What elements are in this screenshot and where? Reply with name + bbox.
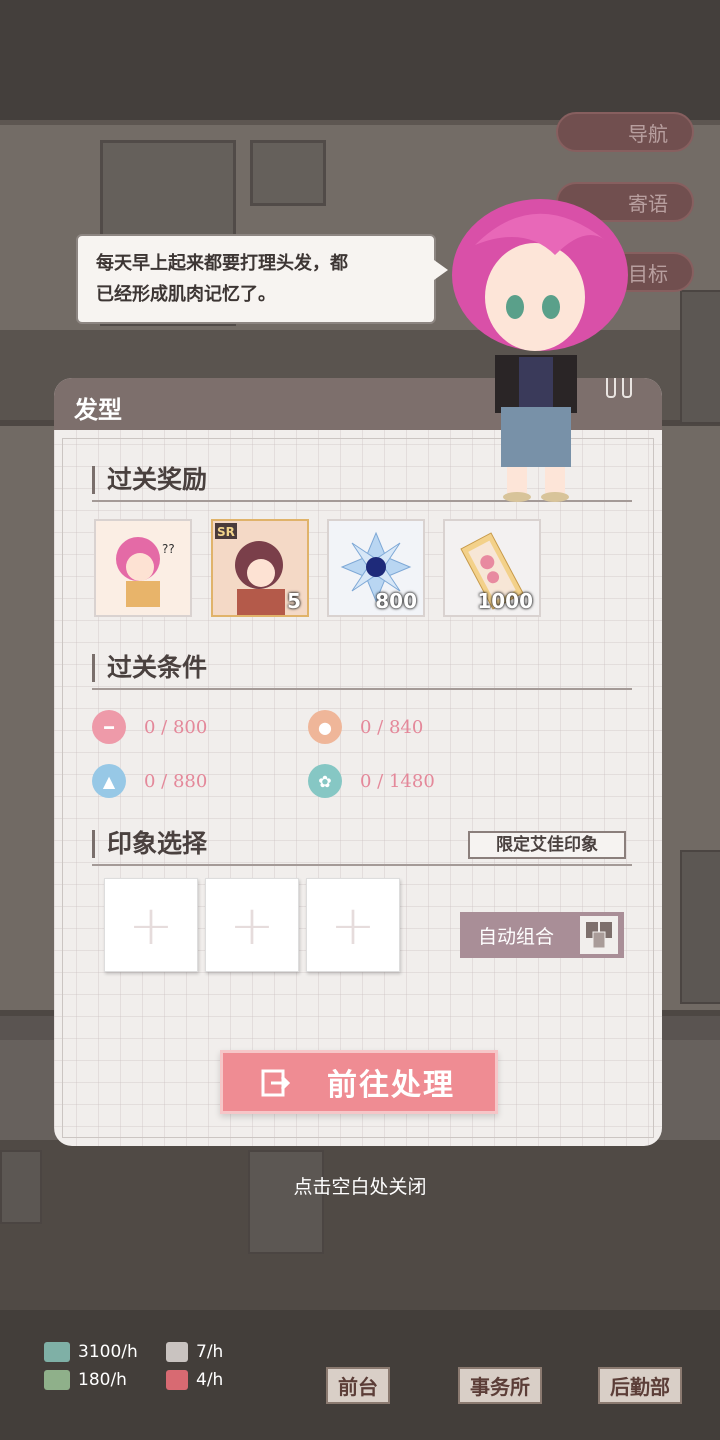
- dumbbell-icon: ━: [92, 710, 126, 744]
- rewards-title: 过关奖励: [92, 466, 207, 494]
- condition-value: 0 / 1480: [360, 770, 435, 792]
- reward-blue-gem[interactable]: 800: [327, 519, 425, 617]
- condition-value: 0 / 800: [144, 716, 208, 738]
- character-card-icon: ??: [96, 521, 190, 615]
- conditions-title: 过关条件: [92, 654, 207, 682]
- auto-combine-label: 自动组合: [478, 925, 555, 948]
- reward-count: 1000: [477, 589, 533, 613]
- reward-sr-card[interactable]: SR 5: [211, 519, 309, 617]
- graduation-cap-icon: ▲: [92, 764, 126, 798]
- film-icon: [166, 1342, 188, 1362]
- gift-rate-text: 4/h: [196, 1370, 224, 1390]
- flower-icon: ✿: [308, 764, 342, 798]
- cards-icon: [580, 916, 618, 954]
- bubble-line-1: 每天早上起来都要打理头发，都: [96, 253, 348, 274]
- nav-front-desk[interactable]: 前台: [298, 1332, 418, 1404]
- front-desk-label: 前台: [326, 1367, 390, 1404]
- go-handle-label: 前往处理: [327, 1068, 455, 1103]
- gift-rate: 4/h: [166, 1370, 223, 1390]
- condition-value: 0 / 880: [144, 770, 208, 792]
- reward-character-card[interactable]: ??: [94, 519, 192, 617]
- condition-value: 0 / 840: [360, 716, 424, 738]
- film-rate-text: 7/h: [196, 1342, 224, 1362]
- condition-art: ✿ 0 / 1480: [308, 764, 435, 798]
- svg-text:??: ??: [162, 542, 175, 556]
- impression-slot[interactable]: +: [205, 878, 299, 972]
- impression-slot[interactable]: +: [104, 878, 198, 972]
- panel-title: 发型: [74, 395, 122, 424]
- impression-slot[interactable]: +: [306, 878, 400, 972]
- nav-office[interactable]: 事务所: [440, 1332, 560, 1404]
- cash-icon: [44, 1342, 70, 1362]
- reward-count: 5: [287, 589, 301, 613]
- reward-bookmark[interactable]: 1000: [443, 519, 541, 617]
- condition-charm: ● 0 / 840: [308, 710, 423, 744]
- condition-knowledge: ▲ 0 / 880: [92, 764, 207, 798]
- close-hint: 点击空白处关闭: [293, 1176, 427, 1198]
- cash-rate: 3100/h: [44, 1342, 138, 1362]
- enter-icon: [261, 1069, 291, 1097]
- impression-title: 印象选择: [92, 830, 207, 858]
- reward-count: 800: [375, 589, 417, 613]
- office-label: 事务所: [458, 1367, 542, 1404]
- limited-impression-button[interactable]: 限定艾佳印象: [468, 831, 626, 859]
- book-rate: 180/h: [44, 1370, 127, 1390]
- logistics-label: 后勤部: [598, 1367, 682, 1404]
- character-sprite: [452, 199, 628, 502]
- cash-rate-text: 3100/h: [78, 1342, 138, 1362]
- film-rate: 7/h: [166, 1342, 223, 1362]
- go-handle-button[interactable]: 前往处理: [220, 1050, 498, 1114]
- conditions-section-header: 过关条件: [92, 654, 632, 690]
- nav-logistics[interactable]: 后勤部: [580, 1332, 700, 1404]
- condition-strength: ━ 0 / 800: [92, 710, 207, 744]
- person-icon: ●: [308, 710, 342, 744]
- bubble-line-2: 已经形成肌肉记忆了。: [96, 284, 276, 305]
- speech-bubble: 每天早上起来都要打理头发，都 已经形成肌肉记忆了。: [76, 234, 448, 324]
- book-rate-text: 180/h: [78, 1370, 127, 1390]
- sr-badge: SR: [217, 525, 235, 539]
- book-icon: [44, 1370, 70, 1390]
- auto-combine-button[interactable]: 自动组合: [460, 912, 624, 958]
- gift-icon: [166, 1370, 188, 1390]
